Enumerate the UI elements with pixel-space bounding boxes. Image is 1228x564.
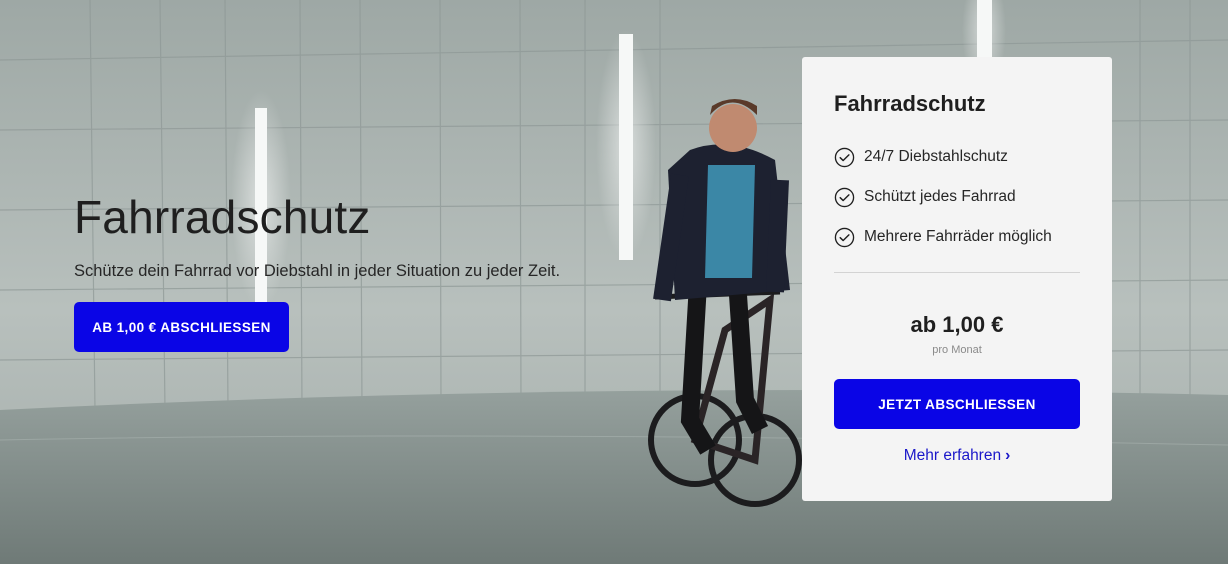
feature-list: 24/7 Diebstahlschutz Schützt jedes Fahrr…	[834, 137, 1052, 257]
hero-cta-button[interactable]: AB 1,00 € ABSCHLIESSEN	[74, 302, 289, 352]
hero-subtitle: Schütze dein Fahrrad vor Diebstahl in je…	[74, 262, 561, 280]
feature-item: Schützt jedes Fahrrad	[834, 177, 1052, 217]
card-title: Fahrradschutz	[834, 91, 986, 116]
divider	[834, 272, 1080, 273]
feature-item: Mehrere Fahrräder möglich	[834, 217, 1052, 257]
feature-label: 24/7 Diebstahlschutz	[864, 148, 1008, 165]
product-card: Fahrradschutz 24/7 Diebstahlschutz Schüt…	[802, 57, 1112, 501]
more-info-label: Mehr erfahren	[903, 447, 1002, 464]
card-cta-button[interactable]: JETZT ABSCHLIESSEN	[834, 379, 1080, 429]
check-circle-icon	[834, 227, 855, 247]
price-note: pro Monat	[932, 344, 982, 356]
hero-title: Fahrradschutz	[74, 191, 371, 243]
feature-label: Mehrere Fahrräder möglich	[864, 228, 1052, 245]
check-circle-icon	[834, 187, 855, 207]
more-info-link[interactable]: Mehr erfahren ›	[802, 447, 1112, 465]
feature-item: 24/7 Diebstahlschutz	[834, 137, 1052, 177]
chevron-right-icon: ›	[1005, 447, 1011, 464]
feature-label: Schützt jedes Fahrrad	[864, 188, 1016, 205]
check-circle-icon	[834, 147, 855, 167]
price: ab 1,00 €	[910, 312, 1004, 337]
